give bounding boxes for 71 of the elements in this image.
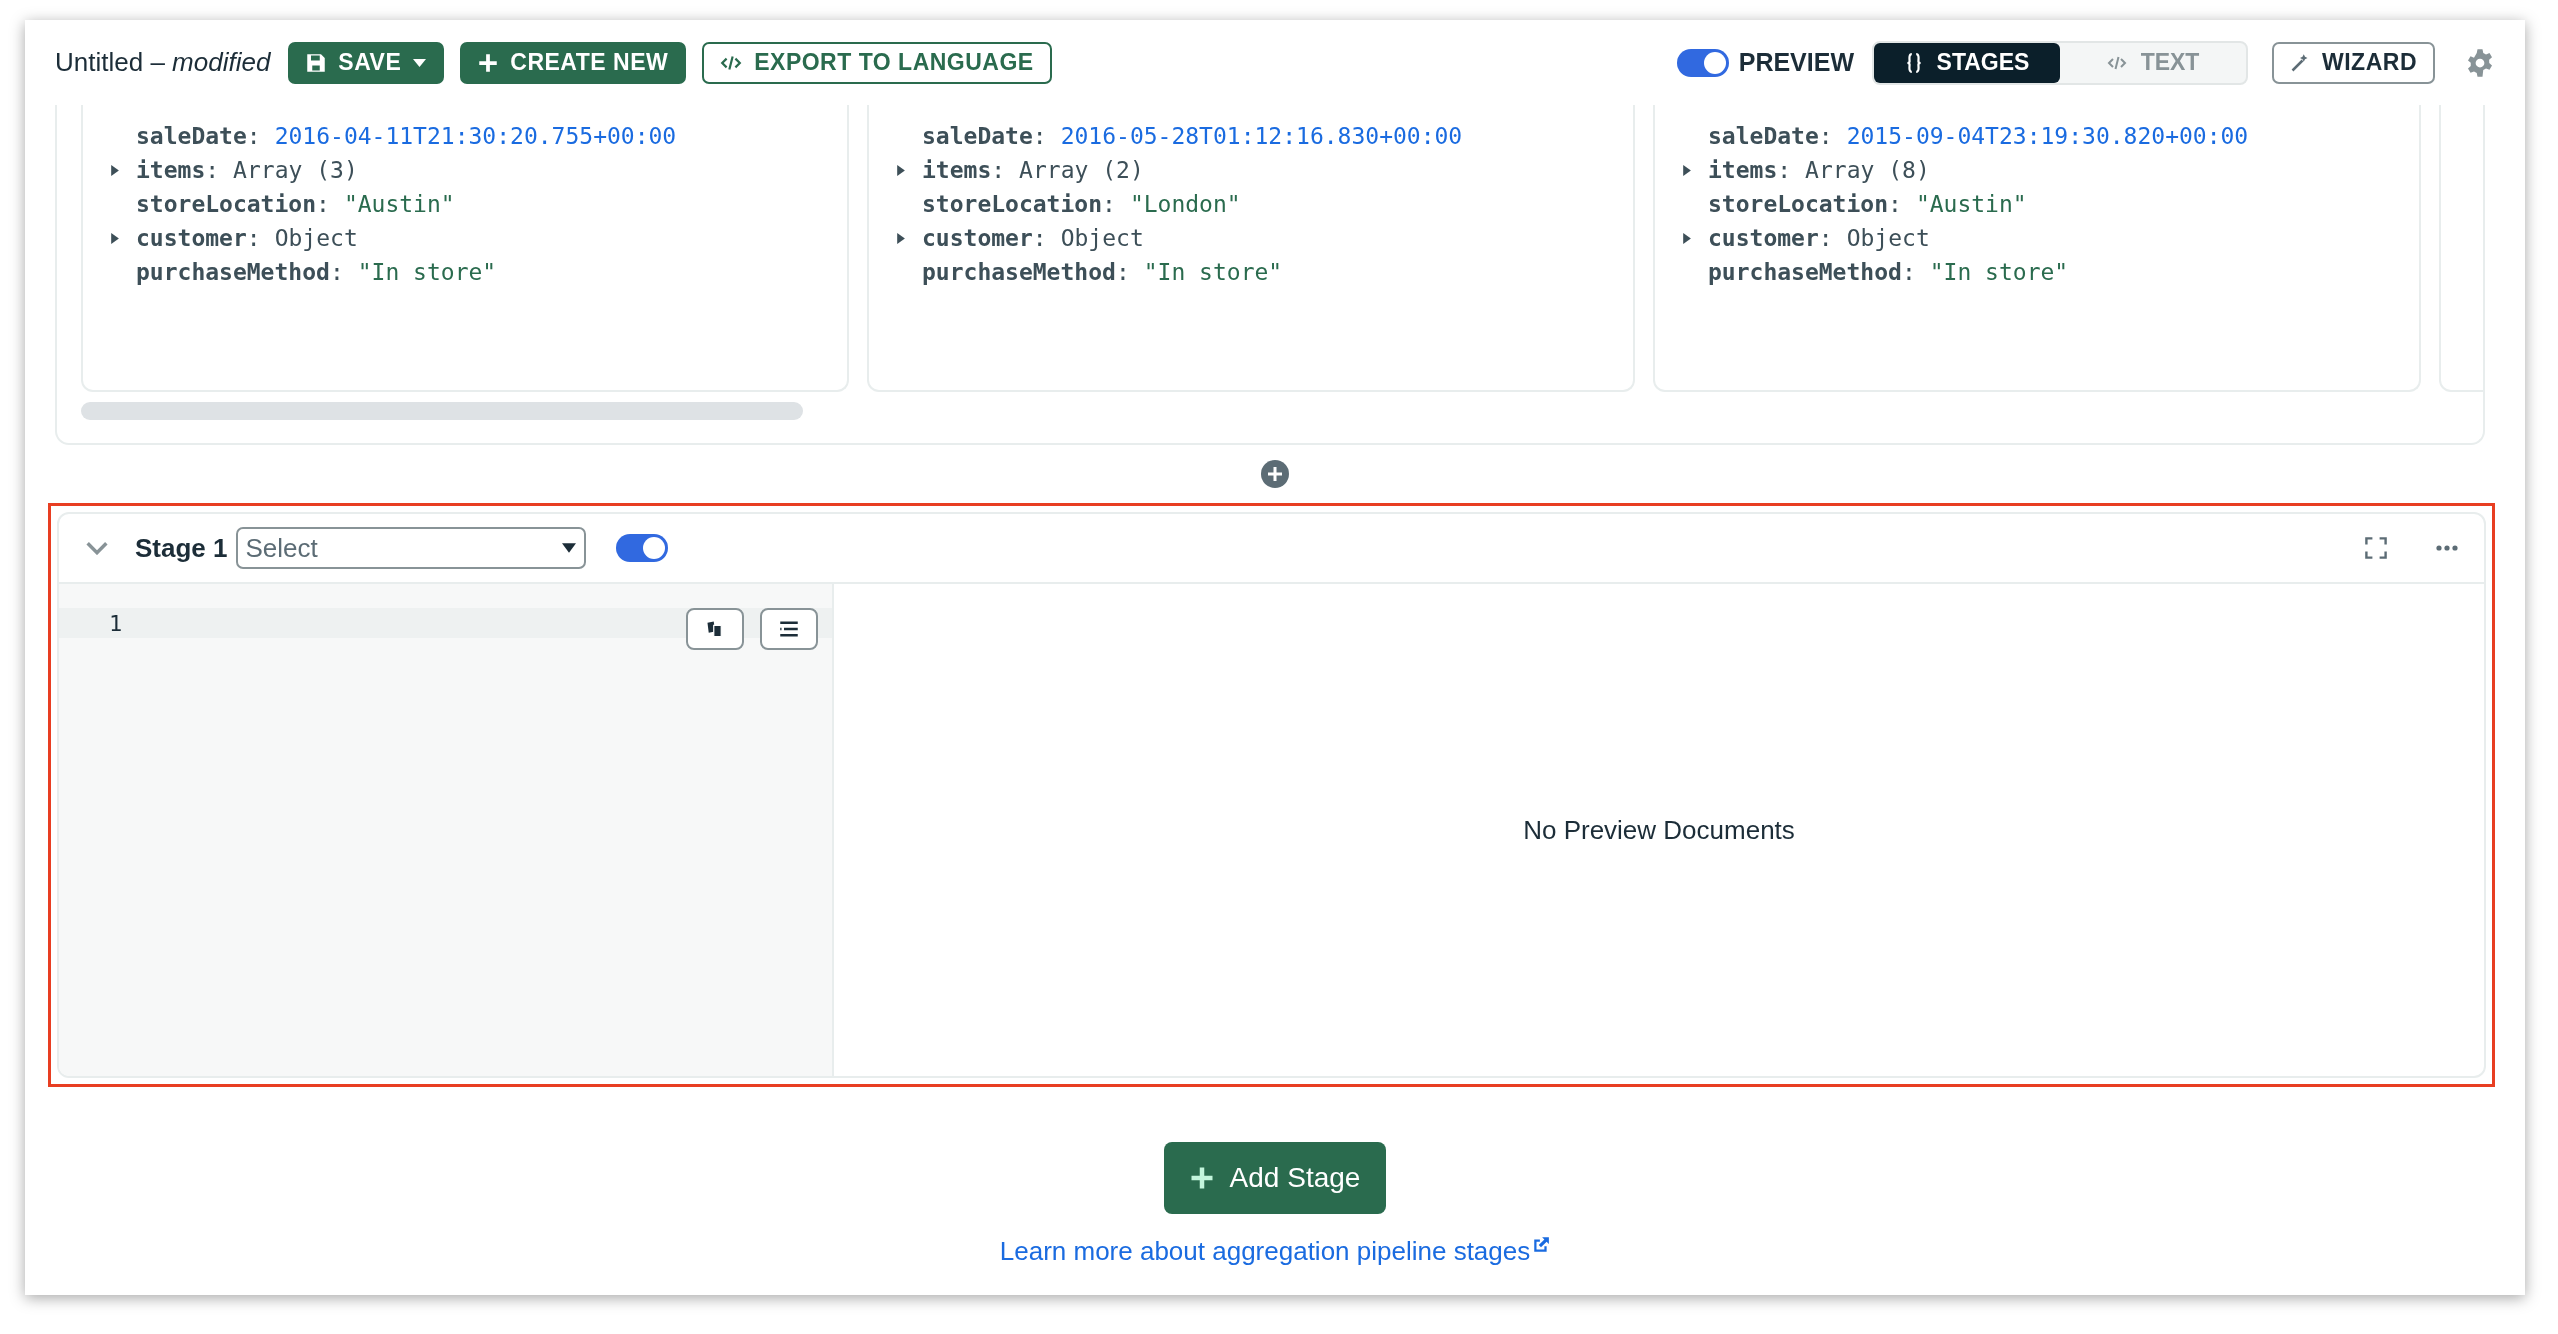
- pipeline-title: Untitled – modified: [55, 47, 271, 78]
- field-value: 2015-09-04T23:19:30.820+00:00: [1846, 123, 2249, 149]
- field-value: Array (3): [233, 157, 358, 183]
- stages-tab[interactable]: STAGES: [1874, 42, 2060, 83]
- field-name: purchaseMethod:: [1708, 259, 1916, 285]
- field-name: storeLocation:: [136, 191, 330, 217]
- field-value: "Austin": [1915, 191, 2027, 217]
- code-editor[interactable]: 1: [59, 584, 834, 1076]
- learn-more-link[interactable]: Learn more about aggregation pipeline stages: [999, 1236, 1551, 1267]
- stage-toggle[interactable]: [615, 534, 668, 562]
- field-value: "London": [1129, 191, 1241, 217]
- field-value: 2016-05-28T01:12:16.830+00:00: [1060, 123, 1463, 149]
- field-value: "Austin": [343, 191, 455, 217]
- field-name: saleDate:: [136, 123, 261, 149]
- code-icon: [2106, 54, 2127, 71]
- add-stage-plus-icon[interactable]: [1261, 460, 1289, 488]
- field-name: purchaseMethod:: [922, 259, 1130, 285]
- stage-label: Stage 1: [135, 532, 228, 564]
- copy-icon: [705, 619, 725, 639]
- plus-icon: [478, 52, 499, 73]
- field-name: customer:: [136, 225, 261, 251]
- caret-right-icon[interactable]: [1681, 232, 1692, 244]
- field-name: storeLocation:: [922, 191, 1116, 217]
- caret-right-icon[interactable]: [895, 232, 906, 244]
- format-button[interactable]: [760, 608, 818, 650]
- field-name: saleDate:: [1708, 123, 1833, 149]
- more-icon[interactable]: [2434, 544, 2460, 552]
- empty-preview-message: No Preview Documents: [1523, 814, 1795, 846]
- braces-icon: [1904, 51, 1923, 74]
- fullscreen-icon[interactable]: [2364, 536, 2388, 560]
- copy-button[interactable]: [686, 608, 744, 650]
- caret-icon: [561, 543, 576, 553]
- caret-right-icon[interactable]: [1681, 164, 1692, 176]
- operator-select[interactable]: Select: [235, 527, 586, 569]
- field-value: Object: [1060, 225, 1144, 251]
- preview-label: PREVIEW: [1738, 48, 1854, 77]
- chevron-down-icon[interactable]: [85, 541, 109, 555]
- wizard-button[interactable]: WIZARD: [2272, 41, 2435, 84]
- create-new-button[interactable]: CREATE NEW: [460, 41, 687, 84]
- field-name: saleDate:: [922, 123, 1047, 149]
- magic-wand-icon: [2290, 52, 2310, 73]
- caret-right-icon[interactable]: [109, 164, 120, 176]
- field-value: "In store": [1143, 259, 1283, 285]
- caret-right-icon[interactable]: [895, 164, 906, 176]
- code-icon: [720, 53, 743, 72]
- export-button[interactable]: EXPORT TO LANGUAGE: [702, 41, 1052, 84]
- add-stage-button[interactable]: Add Stage: [1164, 1142, 1386, 1214]
- field-name: purchaseMethod:: [136, 259, 344, 285]
- field-name: customer:: [1708, 225, 1833, 251]
- preview-toggle[interactable]: [1676, 48, 1729, 77]
- field-value: 2016-04-11T21:30:20.755+00:00: [274, 123, 677, 149]
- field-value: Object: [274, 225, 358, 251]
- caret-icon: [413, 58, 427, 67]
- field-value: "In store": [1929, 259, 2069, 285]
- field-name: items:: [136, 157, 220, 183]
- save-button[interactable]: SAVE: [288, 41, 445, 84]
- field-name: storeLocation:: [1708, 191, 1902, 217]
- caret-right-icon[interactable]: [109, 232, 120, 244]
- field-value: Array (8): [1805, 157, 1930, 183]
- settings-icon[interactable]: [2465, 47, 2495, 78]
- lines-icon: [779, 621, 799, 637]
- line-number: 1: [109, 610, 123, 636]
- field-value: "In store": [357, 259, 497, 285]
- external-link-icon: [1532, 1236, 1551, 1254]
- field-name: customer:: [922, 225, 1047, 251]
- field-name: items:: [1708, 157, 1792, 183]
- field-value: Array (2): [1019, 157, 1144, 183]
- plus-icon: [1189, 1166, 1214, 1190]
- field-value: Object: [1846, 225, 1930, 251]
- field-name: items:: [922, 157, 1006, 183]
- horizontal-scrollbar[interactable]: [81, 402, 803, 420]
